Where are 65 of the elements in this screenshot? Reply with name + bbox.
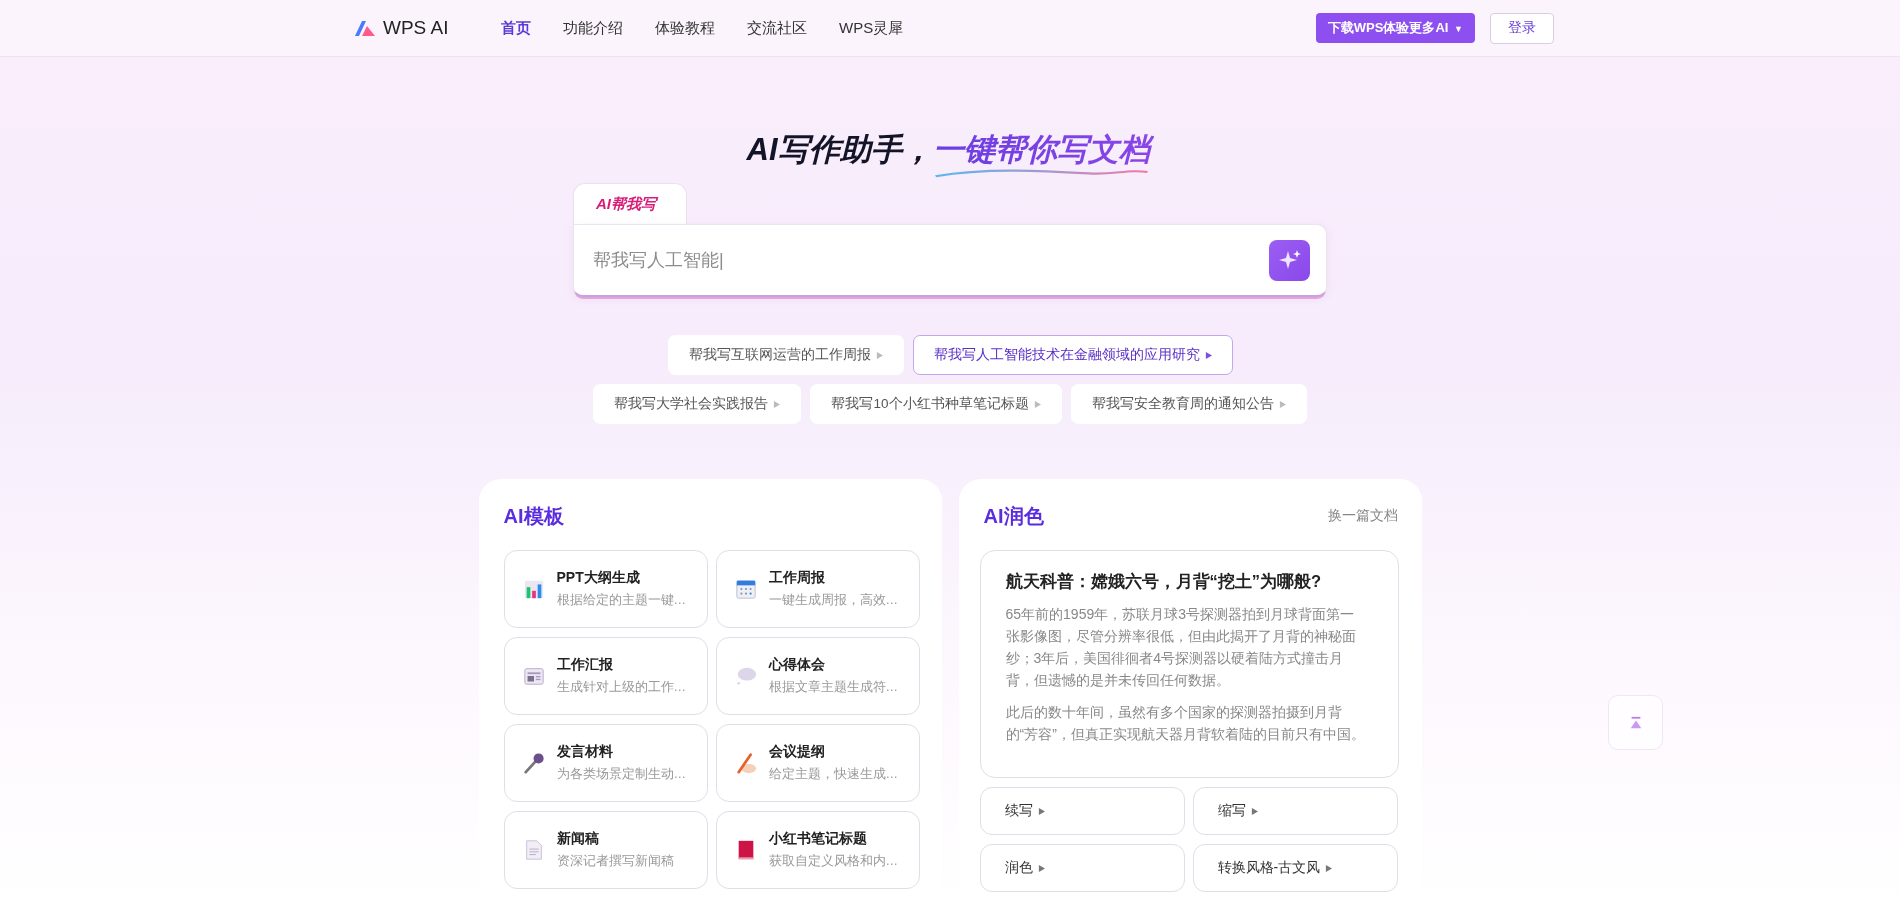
suggestion-chip[interactable]: 帮我写10个小红书种草笔记标题 (810, 384, 1062, 424)
template-item[interactable]: 心得体会 根据文章主题生成符… (715, 637, 920, 715)
template-item[interactable]: 会议提纲 给定主题，快速生成… (715, 724, 920, 802)
play-icon (773, 400, 781, 408)
template-title: 新闻稿 (556, 830, 600, 848)
thought-bubble-icon (734, 665, 757, 687)
nav-link[interactable]: WPS灵犀 (839, 18, 904, 38)
template-title: 工作周报 (768, 569, 826, 587)
template-title: 发言材料 (556, 743, 614, 761)
back-to-top-icon (1628, 715, 1643, 730)
play-icon (1325, 864, 1333, 872)
article-heading: 航天科普：嫦娥六号，月背“挖土”为哪般? (1005, 571, 1323, 592)
template-item[interactable]: 发言材料 为各类场景定制生动… (503, 724, 708, 802)
download-button[interactable]: 下载WPS体验更多AI ▼ (1315, 13, 1475, 43)
play-icon (875, 351, 883, 359)
nav-link[interactable]: 功能介绍 (563, 18, 623, 38)
bar-chart-icon (522, 578, 545, 600)
suggestion-chip[interactable]: 帮我写人工智能技术在金融领域的应用研究 (912, 335, 1233, 375)
prompt-panel[interactable]: 帮我写人工智能| (573, 224, 1327, 297)
template-title: 工作汇报 (556, 656, 614, 674)
template-item[interactable]: 新闻稿 资深记者撰写新闻稿 (503, 811, 708, 889)
polish-action-button[interactable]: 缩写 (1192, 787, 1398, 835)
microphone-icon (522, 752, 545, 774)
play-icon (1037, 864, 1045, 872)
article-paragraph: 65年前的1959年，苏联月球3号探测器拍到月球背面第一张影像图，尽管分辨率很低，但由此揭开了月背的神秘面纱；3年后，美国徘徊者4号探测器以硬着陆方式撞击月背，但遗憾的是并未传回任何数据。 (1005, 605, 1357, 690)
template-item[interactable]: 工作汇报 生成针对上级的工作… (503, 637, 708, 715)
nav-link[interactable]: 体验教程 (655, 18, 715, 38)
logo-icon (353, 18, 377, 38)
switch-document-link[interactable]: 换一篇文档 (1327, 507, 1398, 525)
template-title: 心得体会 (768, 656, 826, 674)
template-description: 给定主题，快速生成… (768, 766, 898, 783)
nav-link[interactable]: 首页 (501, 18, 531, 38)
polish-action-button[interactable]: 润色 (979, 844, 1185, 892)
template-title: 会议提纲 (768, 743, 826, 761)
template-item[interactable]: 小红书笔记标题 获取自定义风格和内… (715, 811, 920, 889)
polish-action-button[interactable]: 转换风格-古文风 (1192, 844, 1398, 892)
login-button[interactable]: 登录 (1490, 12, 1554, 44)
prompt-field[interactable]: 帮我写人工智能| (591, 248, 1269, 272)
writer-tab[interactable]: AI帮我写 (573, 183, 687, 224)
suggestion-chip[interactable]: 帮我写安全教育周的通知公告 (1070, 384, 1307, 424)
template-description: 根据文章主题生成符… (768, 679, 898, 696)
suggestion-chip[interactable]: 帮我写大学社会实践报告 (593, 384, 802, 424)
template-description: 为各类场景定制生动… (556, 766, 686, 783)
template-title: PPT大纲生成 (556, 569, 641, 587)
hero-title: AI写作助手， (746, 131, 933, 169)
suggestion-chip[interactable]: 帮我写互联网运营的工作周报 (667, 335, 904, 375)
play-icon (1204, 351, 1212, 359)
play-icon (1250, 807, 1258, 815)
template-description: 资深记者撰写新闻稿 (556, 853, 674, 870)
article-paragraph: 此后的数十年间，虽然有多个国家的探测器拍摄到月背的“芳容”，但真正实现航天器月背软着陆的目前只有中国。 (1005, 703, 1366, 744)
calendar-icon (734, 578, 757, 600)
play-icon (1278, 400, 1286, 408)
play-icon (1037, 807, 1045, 815)
card-title: AI模板 (503, 504, 565, 529)
play-icon (1033, 400, 1041, 408)
newspaper-icon (522, 665, 545, 687)
sparkle-button[interactable] (1269, 239, 1310, 281)
card-title: AI润色 (983, 504, 1044, 529)
logo-text: WPS AI (383, 17, 449, 39)
template-title: 小红书笔记标题 (768, 830, 868, 848)
nav-link[interactable]: 交流社区 (747, 18, 807, 38)
template-description: 获取自定义风格和内… (768, 853, 898, 870)
hand-writing-icon (734, 752, 757, 774)
template-description: 生成针对上级的工作… (556, 679, 686, 696)
polish-action-button[interactable]: 续写 (979, 787, 1185, 835)
